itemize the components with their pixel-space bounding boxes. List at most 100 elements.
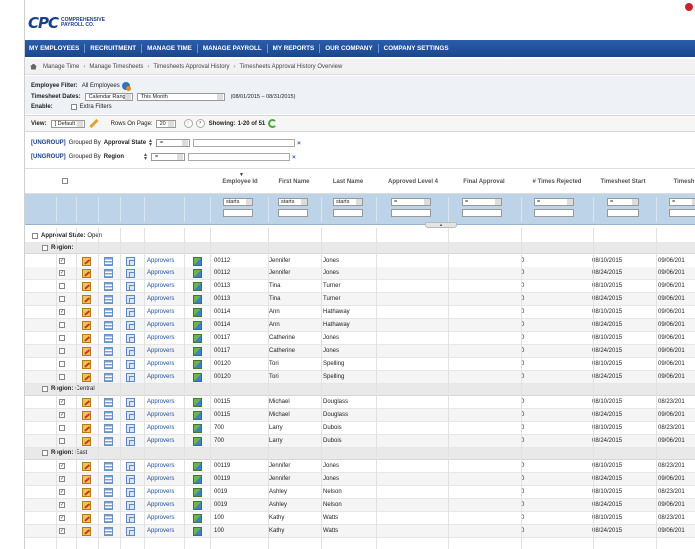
times-rejected-filter-op[interactable]: =	[534, 198, 574, 206]
list-icon[interactable]	[104, 423, 113, 433]
timesheet-icon[interactable]	[126, 462, 135, 472]
last-name-filter-op[interactable]: starts	[333, 198, 363, 206]
times-rejected-filter-input[interactable]	[534, 209, 574, 217]
nav-company-settings[interactable]: COMPANY SETTINGS	[379, 44, 454, 53]
list-icon[interactable]	[104, 269, 113, 279]
date-range-select[interactable]: This Month	[136, 93, 225, 101]
row-checkbox[interactable]	[59, 437, 65, 444]
list-icon[interactable]	[104, 321, 113, 330]
list-icon[interactable]	[104, 436, 113, 446]
company-logo[interactable]: CPC COMPREHENSIVE PAYROLL CO.	[28, 14, 105, 32]
table-row[interactable]: Approvers 00113 Tina Turner 0 08/24/2015 09/06…	[24, 293, 695, 307]
expand-toggle-icon[interactable]	[32, 233, 38, 239]
table-row[interactable]: Approvers100KathyWatts008/24/201509/06/2…	[24, 524, 695, 538]
row-checkbox[interactable]	[59, 257, 65, 264]
status-flag-icon[interactable]	[193, 423, 202, 433]
edit-icon[interactable]	[82, 436, 91, 446]
status-flag-icon[interactable]	[193, 436, 202, 446]
timesheet-start-filter-input[interactable]	[607, 209, 639, 217]
edit-icon[interactable]	[82, 526, 91, 536]
close-icon[interactable]: ×	[297, 140, 301, 147]
list-icon[interactable]	[104, 410, 113, 420]
employee-id-filter-op[interactable]: starts	[223, 198, 253, 206]
list-icon[interactable]	[104, 295, 113, 305]
expand-toggle-icon[interactable]	[42, 386, 48, 392]
approvers-link[interactable]: Approvers	[147, 335, 174, 341]
table-row[interactable]: Approvers00112JenniferJones008/24/201509…	[24, 267, 695, 281]
approvers-link[interactable]: Approvers	[147, 283, 174, 289]
list-icon[interactable]	[104, 372, 113, 382]
col-final-approval[interactable]: Final Approval	[463, 179, 504, 185]
edit-icon[interactable]	[82, 256, 91, 266]
status-flag-icon[interactable]	[193, 333, 202, 343]
group-operator-select[interactable]: =	[151, 153, 186, 161]
table-row[interactable]: Approvers 700 Larry Dubois 0 08/24/2015 09/06/…	[24, 434, 695, 448]
timesheet-icon[interactable]	[126, 256, 135, 266]
timesheet-icon[interactable]	[126, 423, 135, 433]
table-row[interactable]: Approvers 00117 Catherine Jones 0 08/24/2015 0…	[24, 344, 695, 358]
approvers-link[interactable]: Approvers	[147, 515, 174, 521]
timesheet-end-filter-input[interactable]	[669, 209, 695, 217]
row-checkbox[interactable]	[59, 360, 65, 367]
ungroup-region-button[interactable]: [UNGROUP]	[31, 154, 66, 160]
approvers-link[interactable]: Approvers	[147, 502, 174, 508]
list-icon[interactable]	[104, 487, 113, 497]
nav-recruitment[interactable]: RECRUITMENT	[85, 44, 143, 53]
approvers-link[interactable]: Approvers	[147, 412, 174, 418]
table-row[interactable]: Approvers00119JenniferJones008/24/201509…	[24, 473, 695, 486]
row-checkbox[interactable]	[59, 488, 65, 495]
region-group-row[interactable]: Region:	[24, 242, 695, 254]
status-flag-icon[interactable]	[193, 526, 202, 536]
edit-icon[interactable]	[82, 500, 91, 510]
col-times-rejected[interactable]: # Times Rejected	[533, 179, 582, 185]
nav-manage-time[interactable]: MANAGE TIME	[142, 44, 198, 53]
timesheet-icon[interactable]	[126, 398, 135, 407]
nav-manage-payroll[interactable]: MANAGE PAYROLL	[198, 44, 268, 53]
row-checkbox[interactable]	[59, 296, 65, 303]
view-select[interactable]: [ Default ]	[50, 119, 85, 128]
next-page-button[interactable]: ›	[195, 119, 205, 128]
list-icon[interactable]	[104, 500, 113, 510]
last-name-filter-input[interactable]	[333, 209, 363, 217]
table-row[interactable]: Approvers00115MichaelDouglass008/24/2015…	[24, 408, 695, 422]
approvers-link[interactable]: Approvers	[147, 489, 174, 495]
edit-icon[interactable]	[82, 333, 91, 343]
breadcrumb-manage-time[interactable]: Manage Time	[43, 64, 79, 70]
approvers-link[interactable]: Approvers	[147, 309, 174, 315]
approvers-link[interactable]: Approvers	[147, 438, 174, 444]
status-flag-icon[interactable]	[193, 295, 202, 305]
status-flag-icon[interactable]	[193, 282, 202, 292]
row-checkbox[interactable]	[59, 501, 65, 508]
list-icon[interactable]	[104, 346, 113, 356]
edit-icon[interactable]	[82, 410, 91, 420]
row-checkbox[interactable]	[59, 322, 65, 328]
col-timesheet-end[interactable]: Timesh	[674, 179, 695, 185]
timesheet-icon[interactable]	[126, 295, 135, 305]
table-row[interactable]: Approvers00112JenniferJones008/10/201509…	[24, 255, 695, 268]
edit-icon[interactable]	[82, 295, 91, 305]
status-flag-icon[interactable]	[193, 398, 202, 407]
table-row[interactable]: Approvers0019AshleyNelson008/10/201508/2…	[24, 486, 695, 499]
status-flag-icon[interactable]	[193, 256, 202, 266]
row-checkbox[interactable]	[59, 424, 65, 431]
table-row[interactable]: Approvers00114AnnHathaway008/10/201509/0…	[24, 306, 695, 320]
approvers-link[interactable]: Approvers	[147, 476, 174, 482]
ungroup-approval-state-button[interactable]: [UNGROUP]	[31, 140, 66, 146]
timesheet-icon[interactable]	[126, 526, 135, 536]
status-flag-icon[interactable]	[193, 359, 202, 369]
row-checkbox[interactable]	[59, 270, 65, 277]
list-icon[interactable]	[104, 308, 113, 318]
edit-view-icon[interactable]	[88, 118, 99, 129]
approvers-link[interactable]: Approvers	[147, 348, 174, 354]
row-checkbox[interactable]	[59, 347, 65, 354]
timesheet-icon[interactable]	[126, 436, 135, 446]
row-checkbox[interactable]	[59, 476, 65, 482]
sort-arrows-icon[interactable]: ▴ ▾	[144, 152, 148, 162]
approvers-link[interactable]: Approvers	[147, 374, 174, 380]
status-flag-icon[interactable]	[193, 269, 202, 279]
expand-toggle-icon[interactable]	[42, 244, 48, 251]
list-icon[interactable]	[104, 398, 113, 407]
status-flag-icon[interactable]	[193, 372, 202, 382]
table-row[interactable]: Approvers 00113 Tina Turner 0 08/10/2015 09/06…	[24, 280, 695, 294]
group-value-input[interactable]	[193, 139, 296, 147]
